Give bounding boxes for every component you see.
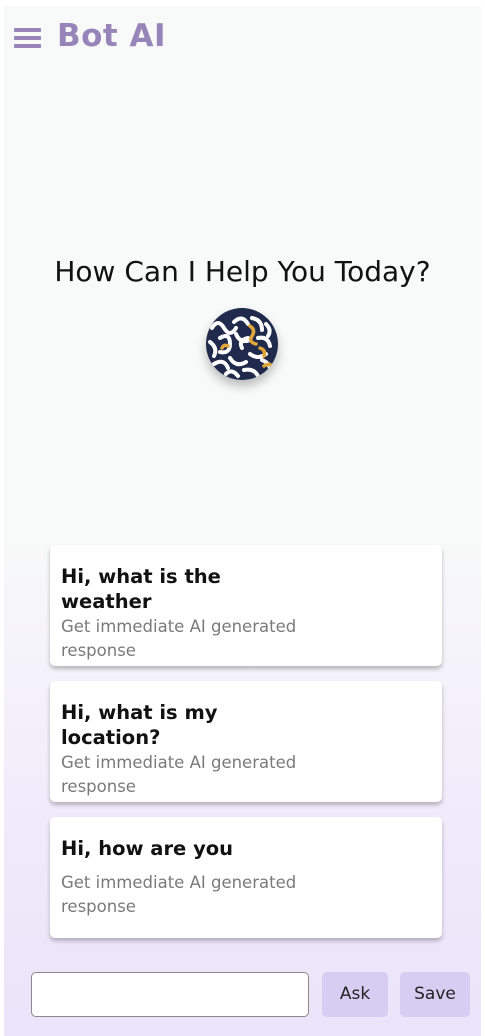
header: Bot AI: [14, 18, 166, 54]
message-input[interactable]: [31, 972, 309, 1017]
menu-bar: [14, 36, 41, 40]
suggestion-title: Hi, how are you: [61, 837, 234, 860]
suggestion-title: Hi, what is my location?: [61, 701, 218, 749]
bot-logo-icon: [206, 308, 278, 380]
suggestion-card[interactable]: Hi, what is the weather Get immediate AI…: [50, 545, 442, 666]
save-button[interactable]: Save: [400, 972, 470, 1017]
suggestion-card[interactable]: Hi, how are you Get immediate AI generat…: [50, 817, 442, 938]
menu-bar: [14, 28, 41, 32]
ask-button[interactable]: Ask: [322, 972, 388, 1017]
menu-bar: [14, 44, 41, 48]
hamburger-menu-icon[interactable]: [14, 24, 41, 48]
hero-title: How Can I Help You Today?: [54, 255, 431, 288]
suggestion-title: Hi, what is the weather: [61, 565, 221, 613]
suggestion-subtitle: Get immediate AI generated response: [61, 617, 297, 660]
suggestion-card[interactable]: Hi, what is my location? Get immediate A…: [50, 681, 442, 802]
suggestion-subtitle: Get immediate AI generated response: [61, 873, 297, 916]
app-title: Bot AI: [57, 18, 167, 54]
suggestion-subtitle: Get immediate AI generated response: [61, 753, 297, 796]
